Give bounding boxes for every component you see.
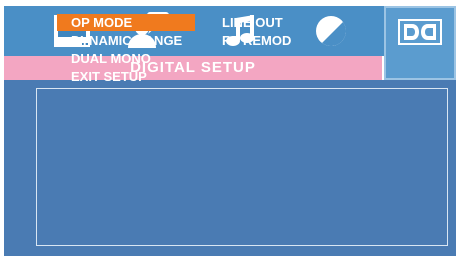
title-bar: DIGITAL SETUP	[4, 56, 382, 80]
panel-frame	[36, 88, 448, 246]
option-rf-remod[interactable]: RF REMOD	[222, 32, 291, 49]
setup-screen: DIGITAL SETUP OP MODE DYNAMIC RANGE DUAL…	[0, 0, 458, 261]
video-contrast-icon	[316, 16, 346, 47]
dolby-digital-icon	[398, 19, 442, 45]
tab-digital-setup[interactable]	[384, 6, 456, 80]
option-line-out[interactable]: LINE OUT	[222, 14, 283, 31]
settings-panel	[4, 80, 456, 256]
menu-item-exit-setup[interactable]: EXIT SETUP	[71, 68, 147, 85]
menu-item-dynamic-range[interactable]: DYNAMIC RANGE	[71, 32, 182, 49]
menu-item-dual-mono[interactable]: DUAL MONO	[71, 50, 151, 67]
tab-video-setup[interactable]	[302, 6, 360, 56]
page-title: DIGITAL SETUP	[130, 59, 256, 76]
menu-item-op-mode[interactable]: OP MODE	[57, 14, 195, 31]
